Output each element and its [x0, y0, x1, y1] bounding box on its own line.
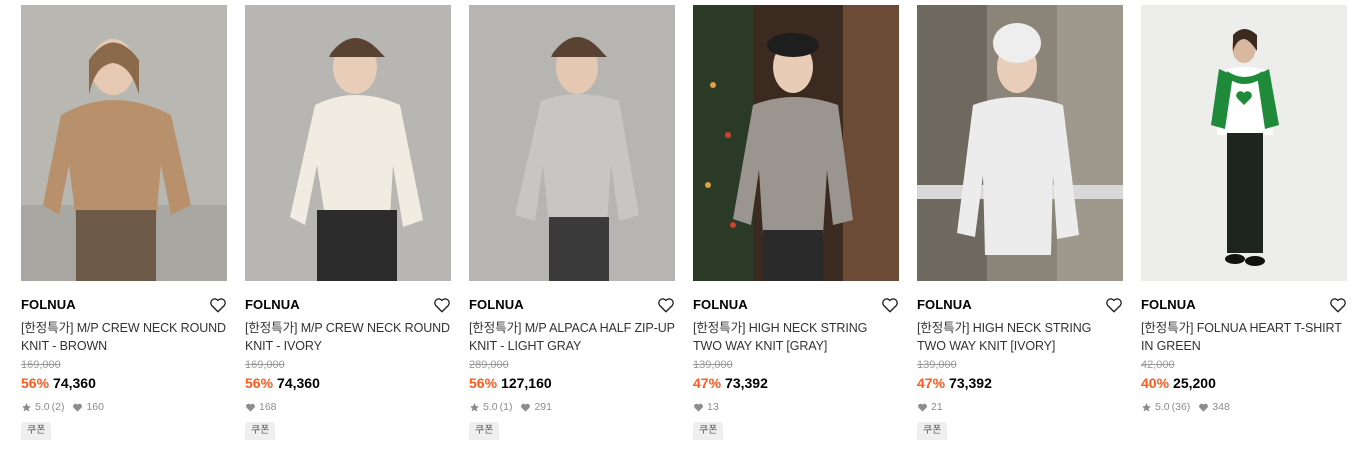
product-card[interactable]: FOLNUA [한정특가] M/P CREW NECK ROUND KNIT -… — [245, 5, 451, 440]
product-image[interactable] — [469, 5, 675, 281]
sale-price: 25,200 — [1173, 375, 1216, 391]
wishlist-heart-icon[interactable] — [881, 296, 899, 314]
like-heart-icon — [73, 403, 83, 412]
star-icon — [21, 402, 32, 412]
brand-name[interactable]: FOLNUA — [21, 297, 76, 312]
like-count: 168 — [259, 401, 277, 413]
coupon-badge: 쿠폰 — [21, 422, 52, 440]
product-name[interactable]: [한정특가] M/P CREW NECK ROUND KNIT - BROWN — [21, 319, 227, 355]
discount-rate: 47% — [917, 375, 946, 391]
brand-name[interactable]: FOLNUA — [917, 297, 972, 312]
price-row: 56% 74,360 — [245, 374, 451, 392]
brand-name[interactable]: FOLNUA — [245, 297, 300, 312]
like-heart-icon — [1199, 403, 1209, 412]
product-name[interactable]: [한정특가] M/P CREW NECK ROUND KNIT - IVORY — [245, 319, 451, 355]
product-image[interactable] — [245, 5, 451, 281]
product-image[interactable] — [693, 5, 899, 281]
price-row: 47% 73,392 — [917, 374, 1123, 392]
like-count: 160 — [86, 401, 104, 413]
product-meta: 21 — [917, 400, 1123, 414]
like-count: 21 — [931, 401, 943, 413]
like-count: 13 — [707, 401, 719, 413]
product-card[interactable]: FOLNUA [한정특가] M/P ALPACA HALF ZIP-UP KNI… — [469, 5, 675, 440]
discount-rate: 56% — [469, 375, 498, 391]
original-price: 169,000 — [21, 359, 61, 371]
brand-name[interactable]: FOLNUA — [693, 297, 748, 312]
star-icon — [1141, 402, 1152, 412]
like-count: 348 — [1212, 401, 1230, 413]
like-heart-icon — [521, 403, 531, 412]
review-count: (2) — [51, 401, 65, 413]
like-heart-icon — [694, 403, 703, 412]
rating-value: 5.0 — [483, 401, 498, 413]
wishlist-heart-icon[interactable] — [657, 296, 675, 314]
product-meta: 5.0 (36) 348 — [1141, 400, 1347, 414]
coupon-badge: 쿠폰 — [245, 422, 276, 440]
original-price: 169,000 — [245, 359, 285, 371]
rating-value: 5.0 — [1155, 401, 1170, 413]
product-image[interactable] — [1141, 5, 1347, 281]
discount-rate: 56% — [21, 375, 50, 391]
discount-rate: 47% — [693, 375, 722, 391]
coupon-badge: 쿠폰 — [469, 422, 500, 440]
sale-price: 73,392 — [725, 375, 768, 391]
like-heart-icon — [246, 403, 255, 412]
original-price: 42,000 — [1141, 359, 1175, 371]
product-image[interactable] — [21, 5, 227, 281]
original-price: 139,000 — [917, 359, 957, 371]
original-price: 139,000 — [693, 359, 733, 371]
star-icon — [469, 402, 480, 412]
price-row: 47% 73,392 — [693, 374, 899, 392]
like-heart-icon — [918, 403, 927, 412]
product-meta: 13 — [693, 400, 899, 414]
wishlist-heart-icon[interactable] — [1105, 296, 1123, 314]
product-card[interactable]: FOLNUA [한정특가] HIGH NECK STRING TWO WAY K… — [693, 5, 899, 440]
sale-price: 74,360 — [277, 375, 320, 391]
discount-rate: 40% — [1141, 375, 1170, 391]
coupon-badge: 쿠폰 — [693, 422, 724, 440]
product-card[interactable]: FOLNUA [한정특가] M/P CREW NECK ROUND KNIT -… — [21, 5, 227, 440]
product-name[interactable]: [한정특가] FOLNUA HEART T-SHIRT IN GREEN — [1141, 319, 1347, 355]
wishlist-heart-icon[interactable] — [1329, 296, 1347, 314]
sale-price: 74,360 — [53, 375, 96, 391]
rating-value: 5.0 — [35, 401, 50, 413]
wishlist-heart-icon[interactable] — [433, 296, 451, 314]
sale-price: 73,392 — [949, 375, 992, 391]
product-meta: 168 — [245, 400, 451, 414]
product-meta: 5.0 (1) 291 — [469, 400, 675, 414]
coupon-badge: 쿠폰 — [917, 422, 948, 440]
product-name[interactable]: [한정특가] HIGH NECK STRING TWO WAY KNIT [IV… — [917, 319, 1123, 355]
product-name[interactable]: [한정특가] HIGH NECK STRING TWO WAY KNIT [GR… — [693, 319, 899, 355]
sale-price: 127,160 — [501, 375, 552, 391]
price-row: 56% 127,160 — [469, 374, 675, 392]
review-count: (36) — [1171, 401, 1191, 413]
price-row: 56% 74,360 — [21, 374, 227, 392]
price-row: 40% 25,200 — [1141, 374, 1347, 392]
like-count: 291 — [534, 401, 552, 413]
brand-name[interactable]: FOLNUA — [1141, 297, 1196, 312]
discount-rate: 56% — [245, 375, 274, 391]
product-grid: FOLNUA [한정특가] M/P CREW NECK ROUND KNIT -… — [0, 0, 1353, 472]
brand-name[interactable]: FOLNUA — [469, 297, 524, 312]
product-name[interactable]: [한정특가] M/P ALPACA HALF ZIP-UP KNIT - LIG… — [469, 319, 675, 355]
product-card[interactable]: FOLNUA [한정특가] FOLNUA HEART T-SHIRT IN GR… — [1141, 5, 1347, 414]
product-card[interactable]: FOLNUA [한정특가] HIGH NECK STRING TWO WAY K… — [917, 5, 1123, 440]
wishlist-heart-icon[interactable] — [209, 296, 227, 314]
product-image[interactable] — [917, 5, 1123, 281]
original-price: 289,000 — [469, 359, 509, 371]
product-meta: 5.0 (2) 160 — [21, 400, 227, 414]
review-count: (1) — [499, 401, 513, 413]
